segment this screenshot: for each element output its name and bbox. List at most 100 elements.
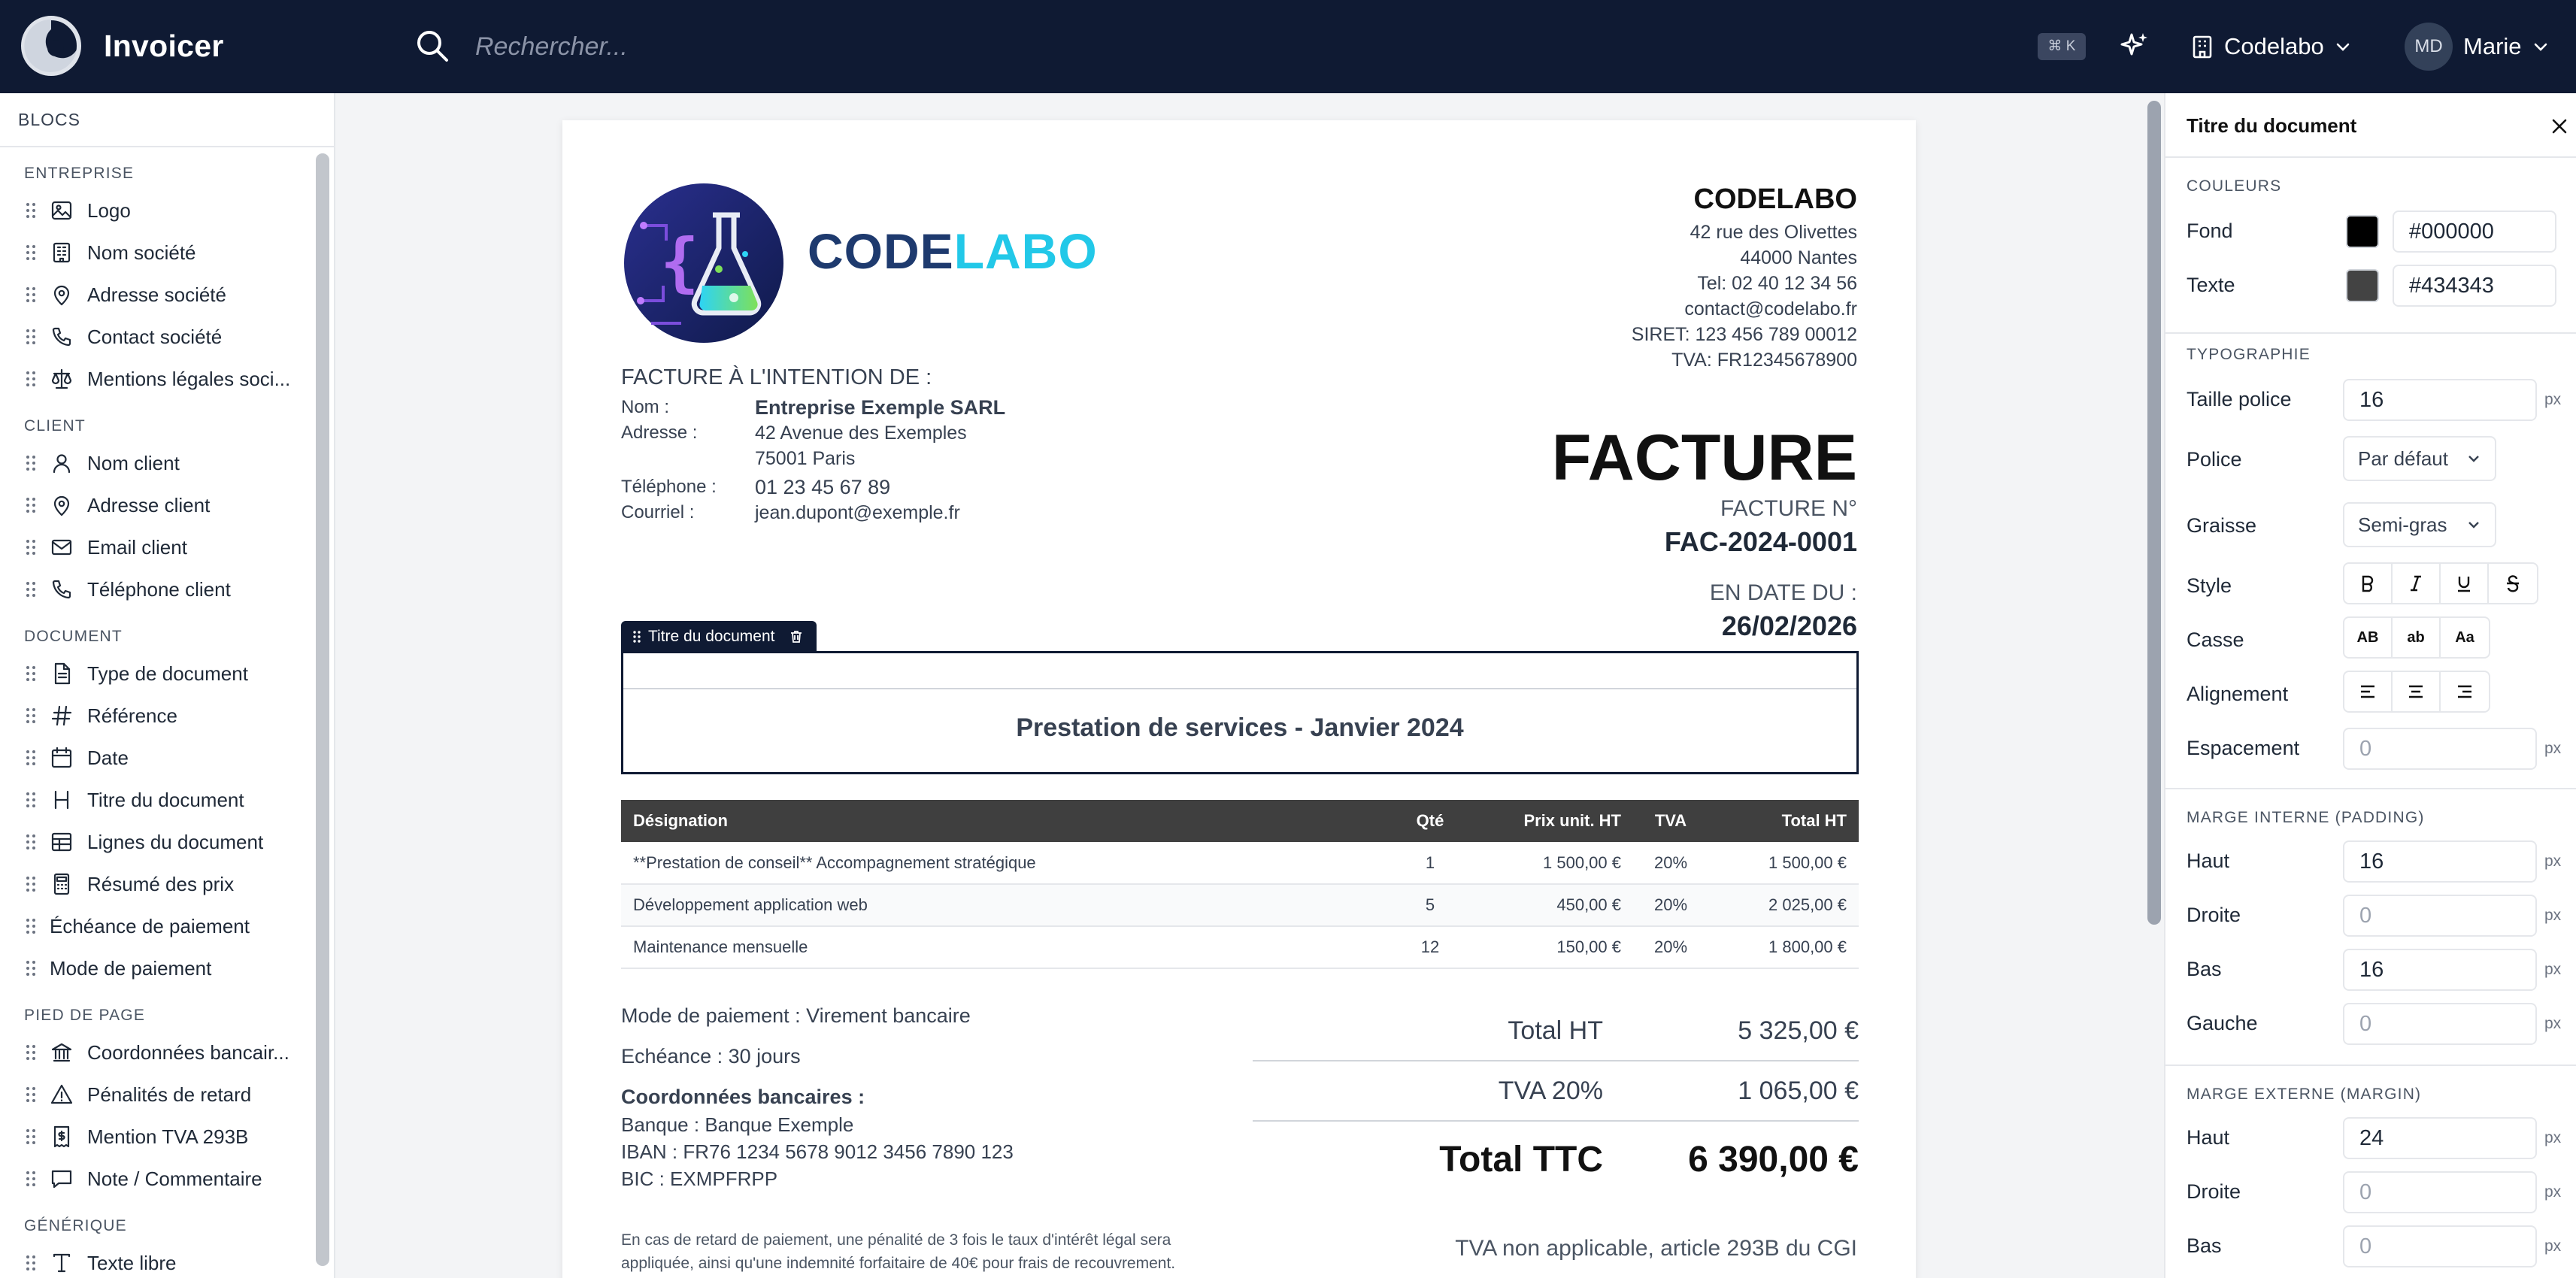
late-penalties-text[interactable]: En cas de retard de paiement, une pénali… — [621, 1228, 1223, 1275]
drag-handle-icon[interactable] — [26, 1086, 36, 1104]
table-row[interactable]: Maintenance mensuelle 12 150,00 €20% 1 800,… — [621, 926, 1859, 969]
trash-icon[interactable] — [788, 628, 805, 645]
margin-top-input[interactable] — [2343, 1117, 2537, 1159]
invoice-date[interactable]: 26/02/2026 — [1722, 610, 1857, 642]
sidebar-block-item[interactable]: Mode de paiement — [0, 947, 316, 989]
vat-293b-mention[interactable]: TVA non applicable, article 293B du CGI — [1455, 1236, 1857, 1261]
align-center-button[interactable] — [2393, 672, 2441, 711]
sidebar-block-item[interactable]: Pénalités de retard — [0, 1074, 316, 1116]
uppercase-button[interactable]: AB — [2344, 618, 2393, 657]
document-title[interactable]: Prestation de services - Janvier 2024 — [623, 713, 1856, 743]
font-weight-select[interactable]: Semi-gras — [2343, 502, 2496, 547]
selected-block-tag[interactable]: Titre du document — [621, 621, 817, 653]
font-family-select[interactable]: Par défaut — [2343, 436, 2496, 481]
table-row[interactable]: Développement application web 5 450,00 €20… — [621, 884, 1859, 927]
text-color-input[interactable] — [2393, 265, 2556, 307]
background-color-input[interactable] — [2393, 210, 2556, 253]
client-block[interactable]: FACTURE À L'INTENTION DE : Nom : Entrepri… — [621, 365, 1005, 525]
drag-handle-icon[interactable] — [26, 580, 36, 598]
sparkles-icon[interactable] — [2119, 30, 2150, 62]
margin-right-input[interactable] — [2343, 1171, 2537, 1213]
padding-bottom-input[interactable] — [2343, 949, 2537, 991]
drag-handle-icon[interactable] — [26, 201, 36, 220]
drag-handle-icon[interactable] — [26, 286, 36, 304]
sidebar-block-item[interactable]: Texte libre — [0, 1242, 316, 1278]
drag-handle-icon[interactable] — [26, 833, 36, 851]
drag-handle-icon[interactable] — [26, 244, 36, 262]
drag-handle-icon[interactable] — [26, 496, 36, 514]
app-title[interactable]: Invoicer — [104, 29, 224, 64]
sidebar-block-item[interactable]: Logo — [0, 189, 316, 232]
document-title-block[interactable]: Prestation de services - Janvier 2024 — [621, 651, 1859, 774]
bank-details[interactable]: Banque : Banque Exemple IBAN : FR76 1234… — [621, 1111, 1014, 1192]
margin-bottom-input[interactable] — [2343, 1225, 2537, 1267]
user-menu[interactable]: MD Marie — [2405, 21, 2549, 72]
bold-button[interactable] — [2344, 564, 2393, 603]
sidebar-block-item[interactable]: Téléphone client — [0, 568, 316, 610]
sidebar-block-item[interactable]: Note / Commentaire — [0, 1158, 316, 1200]
drag-handle-icon[interactable] — [633, 630, 641, 644]
drag-handle-icon[interactable] — [26, 959, 36, 977]
sidebar-block-item[interactable]: Adresse client — [0, 484, 316, 526]
sidebar-block-item[interactable]: Contact société — [0, 316, 316, 358]
canvas-scrollbar[interactable] — [2147, 101, 2161, 925]
drag-handle-icon[interactable] — [26, 917, 36, 935]
sidebar-scrollbar[interactable] — [316, 153, 329, 1266]
document-type[interactable]: FACTURE — [1552, 421, 1857, 495]
drag-handle-icon[interactable] — [26, 707, 36, 725]
strikethrough-button[interactable] — [2489, 564, 2537, 603]
drag-handle-icon[interactable] — [26, 1254, 36, 1272]
capitalize-button[interactable]: Aa — [2441, 618, 2489, 657]
company-details[interactable]: CODELABO 42 rue des Olivettes 44000 Nant… — [1632, 179, 1857, 373]
drag-handle-icon[interactable] — [26, 370, 36, 388]
text-color-swatch[interactable] — [2346, 269, 2379, 302]
price-summary[interactable]: Total HT 5 325,00 € TVA 20% 1 065,00 € Tot… — [1253, 1001, 1859, 1197]
tva-value: 1 065,00 € — [1738, 1076, 1859, 1105]
sidebar-block-item[interactable]: Nom société — [0, 232, 316, 274]
lowercase-button[interactable]: ab — [2393, 618, 2441, 657]
company-logo-icon[interactable]: { — [621, 180, 786, 346]
sidebar-block-item[interactable]: Lignes du document — [0, 821, 316, 863]
sidebar-block-item[interactable]: Échéance de paiement — [0, 905, 316, 947]
sidebar-block-item[interactable]: Titre du document — [0, 779, 316, 821]
background-color-swatch[interactable] — [2346, 215, 2379, 248]
drag-handle-icon[interactable] — [26, 1043, 36, 1061]
underline-button[interactable] — [2441, 564, 2489, 603]
drag-handle-icon[interactable] — [26, 328, 36, 346]
organization-switcher[interactable]: Codelabo — [2191, 27, 2351, 66]
drag-handle-icon[interactable] — [26, 538, 36, 556]
align-left-button[interactable] — [2344, 672, 2393, 711]
search-input[interactable] — [475, 23, 1152, 71]
align-right-button[interactable] — [2441, 672, 2489, 711]
sidebar-block-item[interactable]: Date — [0, 737, 316, 779]
sidebar-block-item[interactable]: Mention TVA 293B — [0, 1116, 316, 1158]
sidebar-block-item[interactable]: Référence — [0, 695, 316, 737]
sidebar-block-item[interactable]: Type de document — [0, 653, 316, 695]
padding-left-input[interactable] — [2343, 1003, 2537, 1045]
sidebar-block-item[interactable]: Résumé des prix — [0, 863, 316, 905]
sidebar-block-item[interactable]: Coordonnées bancair... — [0, 1031, 316, 1074]
app-logo-icon[interactable] — [21, 15, 81, 77]
italic-button[interactable] — [2393, 564, 2441, 603]
drag-handle-icon[interactable] — [26, 749, 36, 767]
sidebar-block-item[interactable]: Email client — [0, 526, 316, 568]
padding-top-input[interactable] — [2343, 840, 2537, 883]
sidebar-block-item[interactable]: Nom client — [0, 442, 316, 484]
letter-spacing-input[interactable] — [2343, 728, 2537, 770]
font-size-input[interactable] — [2343, 379, 2537, 421]
payment-info[interactable]: Mode de paiement : Virement bancaire Ech… — [621, 995, 971, 1117]
padding-right-input[interactable] — [2343, 895, 2537, 937]
drag-handle-icon[interactable] — [26, 875, 36, 893]
sidebar-block-item[interactable]: Adresse société — [0, 274, 316, 316]
close-icon[interactable] — [2549, 116, 2570, 137]
sidebar-block-item[interactable]: Mentions légales soci... — [0, 358, 316, 400]
drag-handle-icon[interactable] — [26, 454, 36, 472]
invoice-lines-table[interactable]: Désignation Qté Prix unit. HT TVA Total … — [621, 800, 1859, 969]
drag-handle-icon[interactable] — [26, 1128, 36, 1146]
drag-handle-icon[interactable] — [26, 1170, 36, 1188]
table-row[interactable]: **Prestation de conseil** Accompagnement… — [621, 842, 1859, 885]
drag-handle-icon[interactable] — [26, 791, 36, 809]
calculator-icon — [53, 873, 70, 895]
drag-handle-icon[interactable] — [26, 665, 36, 683]
invoice-number[interactable]: FAC-2024-0001 — [1665, 526, 1857, 558]
